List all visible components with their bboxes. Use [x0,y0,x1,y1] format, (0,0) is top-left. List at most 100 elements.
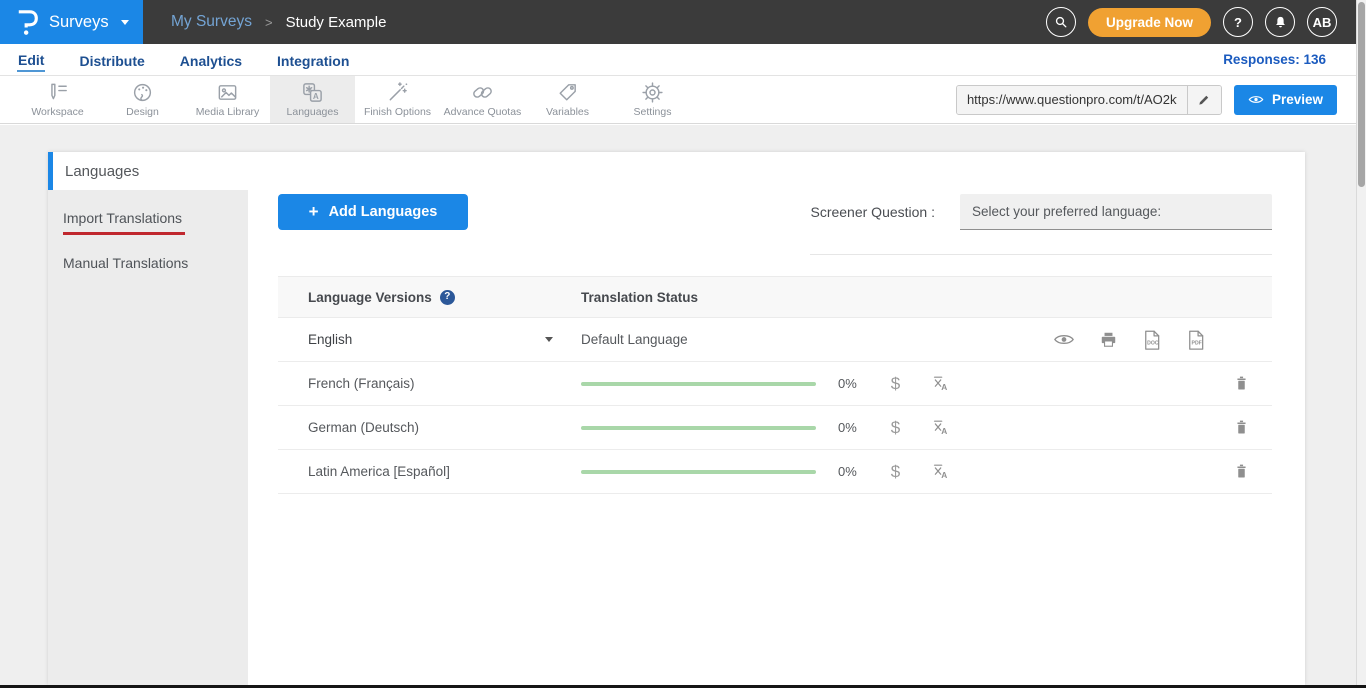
default-row-actions: DOC PDF [1053,329,1206,351]
printer-icon [1099,330,1118,349]
screener-question-select[interactable]: Select your preferred language: [960,194,1272,230]
actions-row: + Add Languages Screener Question : Sele… [248,152,1305,255]
default-language-status: Default Language [581,332,688,347]
screener-question-value: Select your preferred language: [972,204,1161,219]
edit-url-button[interactable] [1187,86,1221,114]
sidebar-item-import-translations[interactable]: Import Translations [48,200,248,245]
toolbar-item-label: Languages [287,106,339,118]
delete-language-button[interactable] [1234,375,1249,392]
eye-icon [1053,332,1075,347]
sidebar-title: Languages [48,152,248,190]
language-versions-table: Language Versions ? Translation Status E… [278,276,1272,494]
survey-url-input[interactable] [957,86,1187,114]
question-mark-icon: ? [1234,16,1242,29]
breadcrumb-my-surveys[interactable]: My Surveys [171,13,252,31]
toolbar-right-group: Preview [956,76,1356,123]
table-row-language: Latin America [Español] 0% $ A [278,450,1272,494]
export-pdf-button[interactable]: PDF [1186,329,1206,351]
add-languages-button[interactable]: + Add Languages [278,194,468,230]
print-button[interactable] [1099,330,1118,349]
survey-url-box [956,85,1222,115]
help-badge-icon[interactable]: ? [440,290,455,305]
add-languages-label: Add Languages [329,204,438,220]
page-scrollbar[interactable] [1356,0,1366,688]
toolbar-item-label: Workspace [31,106,83,118]
image-icon [216,81,239,104]
toolbar-item-label: Variables [546,106,589,118]
table-header-row: Language Versions ? Translation Status [278,276,1272,318]
screener-question-group: Screener Question : Select your preferre… [810,194,1272,255]
toolbar-item-label: Media Library [196,106,260,118]
translate-icon: A [931,374,950,393]
help-button[interactable]: ? [1223,7,1253,37]
tab-integration[interactable]: Integration [276,48,350,71]
delete-language-button[interactable] [1234,419,1249,436]
trash-icon [1234,375,1249,392]
toolbar-item-variables[interactable]: Variables [525,76,610,123]
toolbar-item-languages[interactable]: A Languages [270,76,355,123]
pdf-file-icon: PDF [1186,329,1206,351]
translation-percent: 0% [838,464,873,479]
tab-edit[interactable]: Edit [17,47,45,72]
responses-count-link[interactable]: Responses: 136 [1223,52,1326,67]
svg-text:A: A [941,426,947,436]
palette-icon [131,81,154,104]
survey-section-nav: Edit Distribute Analytics Integration Re… [0,44,1356,76]
auto-translate-button[interactable]: A [931,418,950,437]
chevron-down-icon [545,337,553,342]
upgrade-now-button[interactable]: Upgrade Now [1088,8,1211,37]
chevron-down-icon [121,20,129,25]
svg-text:A: A [313,92,319,101]
breadcrumb-separator: > [265,15,273,30]
doc-file-icon: DOC [1142,329,1162,351]
svg-text:A: A [941,470,947,480]
toolbar-item-advance-quotas[interactable]: Advance Quotas [440,76,525,123]
page-background: Languages Import Translations Manual Tra… [0,125,1356,688]
auto-translate-button[interactable]: A [931,374,950,393]
top-header-bar: Surveys My Surveys > Study Example Upgra… [0,0,1356,44]
default-language-dropdown[interactable]: English [308,332,553,347]
toolbar-item-design[interactable]: Design [100,76,185,123]
trash-icon [1234,463,1249,480]
language-name: German (Deutsch) [308,420,419,435]
search-icon [1053,14,1069,30]
toolbar-item-workspace[interactable]: Workspace [15,76,100,123]
product-switcher[interactable]: Surveys [0,0,143,44]
languages-panel: Languages Import Translations Manual Tra… [48,152,1305,685]
translate-icon: A [931,418,950,437]
export-doc-button[interactable]: DOC [1142,329,1162,351]
translate-languages-icon: A [301,81,324,104]
toolbar-item-label: Design [126,106,159,118]
toolbar-item-settings[interactable]: Settings [610,76,695,123]
scrollbar-thumb[interactable] [1358,2,1365,187]
preview-button[interactable]: Preview [1234,85,1337,115]
table-row-language: French (Français) 0% $ A [278,362,1272,406]
sidebar-item-manual-translations[interactable]: Manual Translations [48,245,248,281]
notifications-button[interactable] [1265,7,1295,37]
col-translation-status: Translation Status [581,290,698,305]
translation-percent: 0% [838,420,873,435]
toolbar-item-finish-options[interactable]: Finish Options [355,76,440,123]
edit-toolbar: Workspace Design Media Library [0,76,1356,124]
product-name: Surveys [49,13,109,32]
svg-text:PDF: PDF [1192,340,1202,346]
tag-icon [556,81,579,104]
topbar-actions: Upgrade Now ? AB [1046,0,1356,44]
bell-icon [1273,15,1288,30]
gear-icon [641,81,664,104]
plus-icon: + [309,202,319,222]
toolbar-item-media-library[interactable]: Media Library [185,76,270,123]
tab-distribute[interactable]: Distribute [78,48,145,71]
languages-sidebar: Languages Import Translations Manual Tra… [48,152,248,685]
auto-translate-button[interactable]: A [931,462,950,481]
sidebar-body: Import Translations Manual Translations [48,190,248,685]
toolbar-item-label: Advance Quotas [444,106,522,118]
language-name: French (Français) [308,376,415,391]
view-button[interactable] [1053,332,1075,347]
translation-progress-bar [581,470,816,474]
sidebar-item-label: Manual Translations [63,255,188,271]
tab-analytics[interactable]: Analytics [179,48,243,71]
delete-language-button[interactable] [1234,463,1249,480]
search-button[interactable] [1046,7,1076,37]
avatar[interactable]: AB [1307,7,1337,37]
